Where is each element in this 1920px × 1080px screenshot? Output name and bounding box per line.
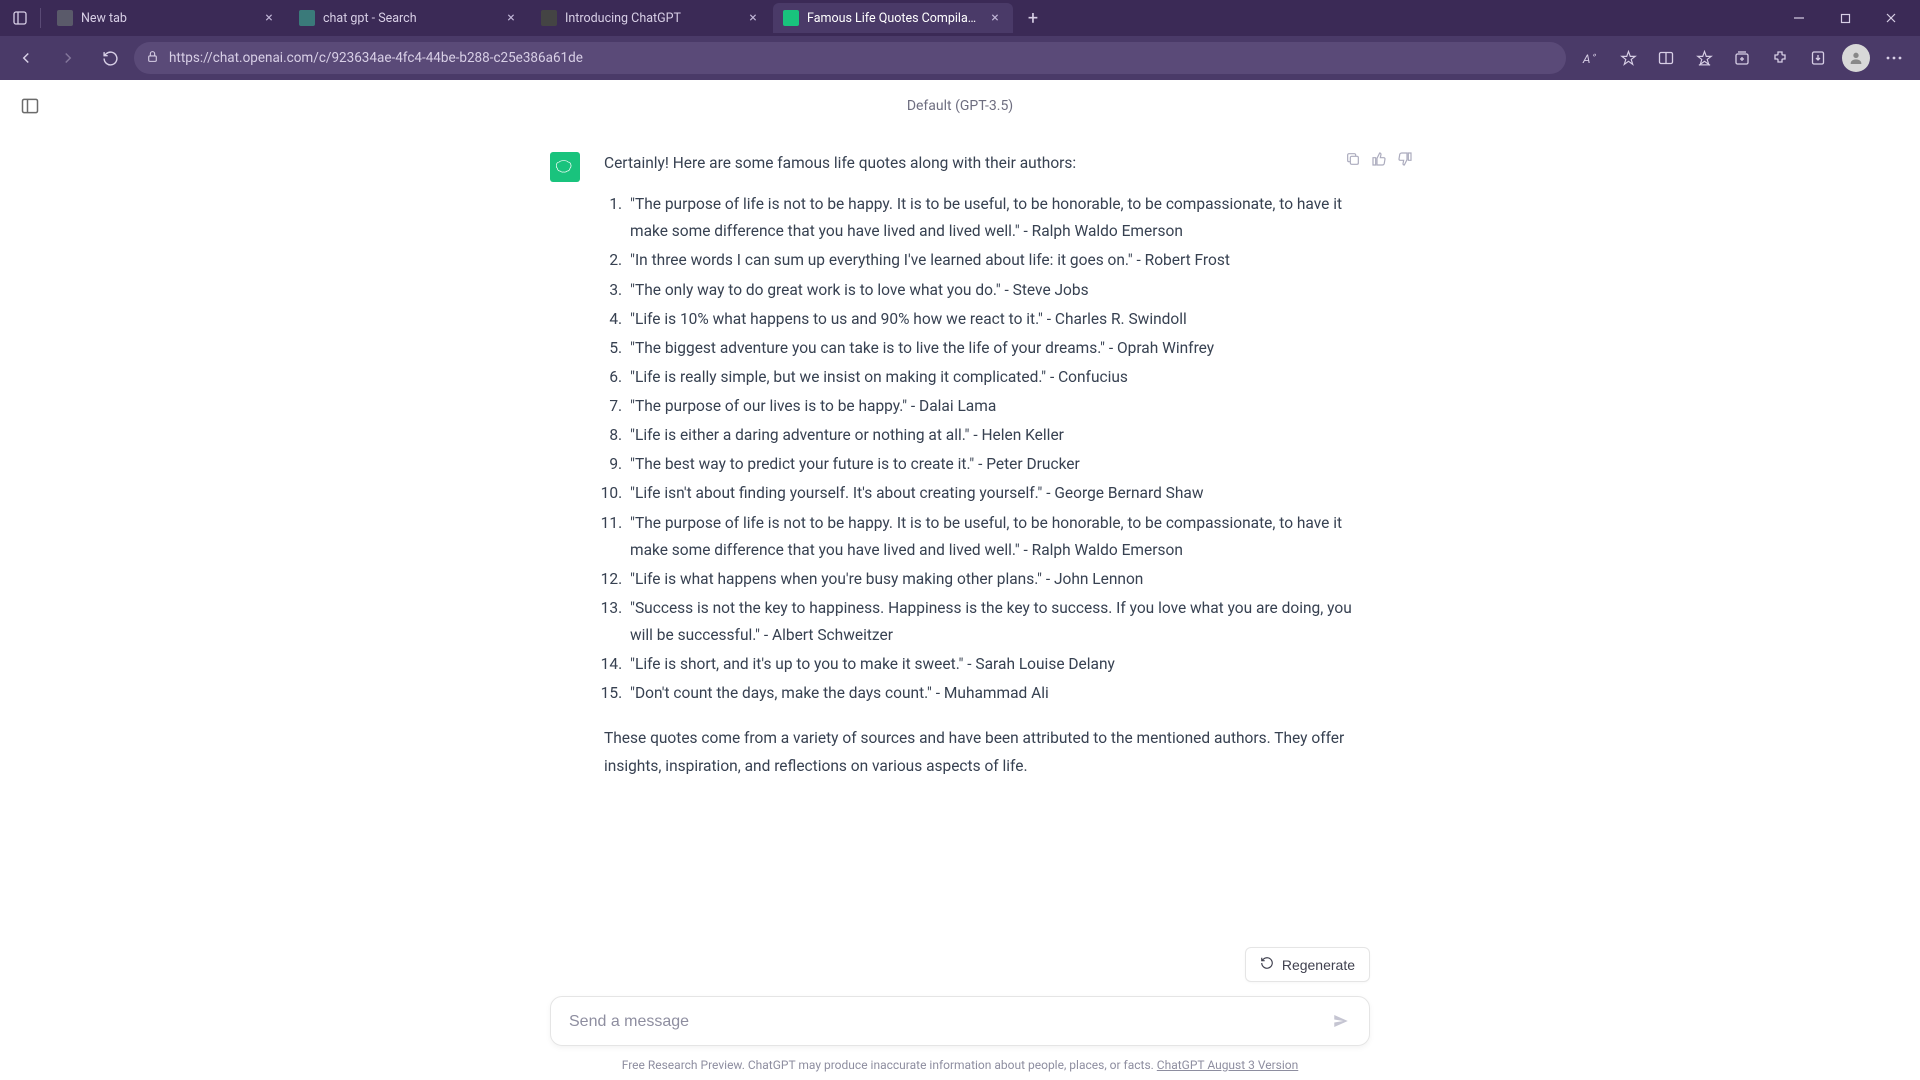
tab-new-tab[interactable]: New tab × [47,3,287,33]
quote-item: "Don't count the days, make the days cou… [626,680,1370,707]
openai-icon [541,10,557,26]
quote-item: "The purpose of life is not to be happy.… [626,191,1370,245]
tab-quotes[interactable]: Famous Life Quotes Compilation × [773,3,1013,33]
url-text: https://chat.openai.com/c/923634ae-4fc4-… [169,50,1554,66]
tab-title: New tab [81,11,253,26]
tab-title: chat gpt - Search [323,11,495,26]
regenerate-icon [1260,956,1274,973]
quote-item: "The best way to predict your future is … [626,451,1370,478]
downloads-icon[interactable] [1800,40,1836,76]
window-controls [1776,0,1914,36]
quote-item: "Life isn't about finding yourself. It's… [626,480,1370,507]
lock-icon [146,50,159,66]
close-icon[interactable]: × [261,10,277,26]
model-label: Default (GPT-3.5) [0,80,1920,124]
url-input[interactable]: https://chat.openai.com/c/923634ae-4fc4-… [134,42,1566,74]
quote-item: "Life is really simple, but we insist on… [626,364,1370,391]
tab-title: Introducing ChatGPT [565,11,737,26]
page-content: Default (GPT-3.5) Certainly! Here are so… [0,80,1920,1080]
sidebar-toggle-button[interactable] [16,92,44,120]
regenerate-button[interactable]: Regenerate [1245,947,1370,982]
version-link[interactable]: ChatGPT August 3 Version [1157,1058,1298,1072]
footer-text: Free Research Preview. ChatGPT may produ… [622,1058,1157,1072]
close-icon[interactable]: × [745,10,761,26]
forward-button[interactable] [50,40,86,76]
assistant-outro: These quotes come from a variety of sour… [604,725,1370,779]
quote-item: "The only way to do great work is to lov… [626,277,1370,304]
quote-item: "Life is short, and it's up to you to ma… [626,651,1370,678]
send-button[interactable] [1325,1005,1357,1037]
tab-search[interactable]: chat gpt - Search × [289,3,529,33]
refresh-button[interactable] [92,40,128,76]
favorites-list-icon[interactable] [1686,40,1722,76]
quote-item: "Life is what happens when you're busy m… [626,566,1370,593]
favorite-icon[interactable] [1610,40,1646,76]
regenerate-label: Regenerate [1282,957,1355,973]
extensions-icon[interactable] [1762,40,1798,76]
minimize-button[interactable] [1776,0,1822,36]
tab-title: Famous Life Quotes Compilation [807,11,979,26]
assistant-message-body: Certainly! Here are some famous life quo… [604,150,1370,780]
read-aloud-icon[interactable]: A⚬ [1572,40,1608,76]
assistant-avatar-icon [550,152,580,182]
globe-icon [57,10,73,26]
quote-item: "The purpose of our lives is to be happy… [626,393,1370,420]
message-input[interactable] [569,1013,1319,1031]
address-bar: https://chat.openai.com/c/923634ae-4fc4-… [0,36,1920,80]
footer-note: Free Research Preview. ChatGPT may produ… [0,1058,1920,1072]
quotes-list: "The purpose of life is not to be happy.… [604,191,1370,707]
split-screen-icon[interactable] [1648,40,1684,76]
assistant-message: Certainly! Here are some famous life quo… [550,130,1370,784]
chatgpt-icon [783,10,799,26]
new-tab-button[interactable]: + [1019,4,1047,32]
copy-button[interactable] [1344,150,1362,168]
close-icon[interactable]: × [503,10,519,26]
more-icon[interactable] [1876,40,1912,76]
maximize-button[interactable] [1822,0,1868,36]
close-window-button[interactable] [1868,0,1914,36]
collections-icon[interactable] [1724,40,1760,76]
assistant-intro: Certainly! Here are some famous life quo… [604,150,1370,177]
message-input-container [550,996,1370,1046]
tab-divider [40,8,41,28]
browser-tab-strip: New tab × chat gpt - Search × Introducin… [0,0,1920,36]
profile-avatar[interactable] [1838,40,1874,76]
quote-item: "The purpose of life is not to be happy.… [626,510,1370,564]
close-icon[interactable]: × [987,10,1003,26]
quote-item: "The biggest adventure you can take is t… [626,335,1370,362]
back-button[interactable] [8,40,44,76]
quote-item: "Life is either a daring adventure or no… [626,422,1370,449]
tab-actions-icon[interactable] [6,4,34,32]
thumbs-up-button[interactable] [1370,150,1388,168]
bing-icon [299,10,315,26]
composer-area: Regenerate Free Research Preview. ChatGP… [0,935,1920,1080]
quote-item: "In three words I can sum up everything … [626,247,1370,274]
quote-item: "Success is not the key to happiness. Ha… [626,595,1370,649]
tab-introducing[interactable]: Introducing ChatGPT × [531,3,771,33]
quote-item: "Life is 10% what happens to us and 90% … [626,306,1370,333]
thumbs-down-button[interactable] [1396,150,1414,168]
message-actions [1344,150,1414,168]
